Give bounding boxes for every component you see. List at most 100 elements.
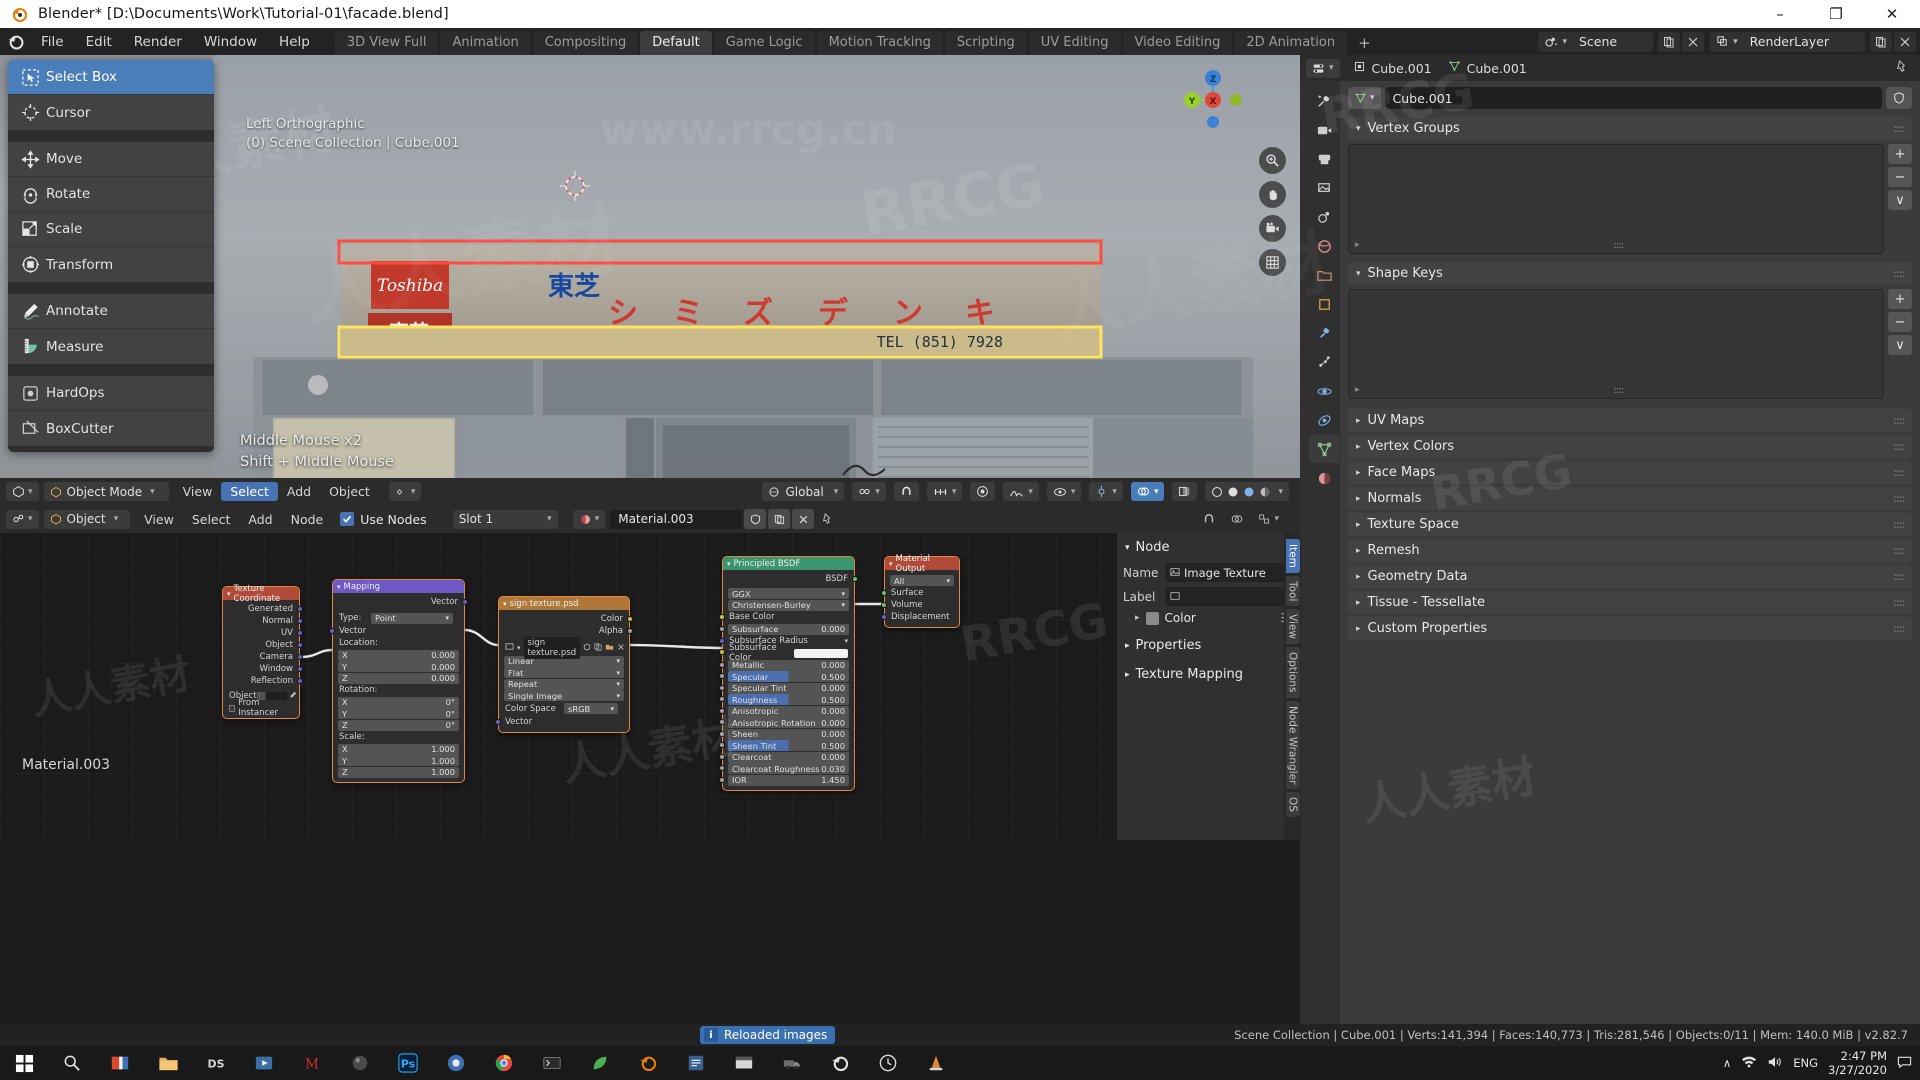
panel-texture-space[interactable]: ▸ Texture Space ::::: [1348, 513, 1912, 536]
node-label-row[interactable]: Label: [1123, 587, 1294, 606]
node-header[interactable]: ▾ Material Output: [885, 554, 959, 574]
input-socket[interactable]: [719, 661, 725, 668]
workspace-tab-animation[interactable]: Animation: [440, 31, 531, 55]
start-icon[interactable]: [0, 1046, 48, 1080]
location-y-field[interactable]: Y 0.000: [338, 661, 459, 672]
shader-editor[interactable]: ▾ Object ▾ View Select Add Node Use Node…: [0, 505, 1300, 840]
mesh-browse-button[interactable]: ▾: [1348, 87, 1381, 109]
node-output-generated[interactable]: Generated: [223, 603, 303, 615]
input-specular-tint[interactable]: Specular Tint 0.000: [719, 682, 854, 694]
panel-uv-maps[interactable]: ▸ UV Maps ::::: [1348, 409, 1912, 432]
clearcoat-field[interactable]: Clearcoat 0.000: [728, 751, 849, 763]
input-anisotropic[interactable]: Anisotropic 0.000: [719, 705, 854, 717]
panel-remesh[interactable]: ▸ Remesh ::::: [1348, 539, 1912, 562]
distribution-dropdown[interactable]: GGX ▾: [728, 588, 849, 599]
node-output-camera[interactable]: Camera: [223, 651, 303, 663]
expand-triangle-icon[interactable]: ▸: [1355, 240, 1360, 250]
workspace-tab-2d-animation[interactable]: 2D Animation: [1234, 31, 1348, 55]
workspace-tab-scripting[interactable]: Scripting: [944, 31, 1027, 55]
input-displacement[interactable]: Displacement: [881, 611, 959, 623]
output-socket[interactable]: [297, 606, 303, 612]
anisotropic-field[interactable]: Anisotropic 0.000: [728, 705, 849, 717]
menu-render[interactable]: Render: [123, 31, 193, 53]
x-icon[interactable]: [792, 509, 815, 529]
hand-icon[interactable]: [1259, 181, 1286, 208]
output-socket[interactable]: [297, 642, 303, 648]
panel-tissue-tessellate[interactable]: ▸ Tissue - Tessellate ::::: [1348, 591, 1912, 614]
node-texture-coordinate[interactable]: ▾ Texture Coordinate Generated Normal UV…: [222, 584, 303, 719]
menu-edit[interactable]: Edit: [75, 31, 123, 53]
properties-pin-icon[interactable]: [1895, 59, 1914, 77]
input-metallic[interactable]: Metallic 0.000: [719, 659, 854, 671]
workspace-tab-game-logic[interactable]: Game Logic: [713, 31, 815, 55]
scale-x-field[interactable]: X 1.000: [338, 743, 459, 755]
input-socket[interactable]: [719, 742, 725, 748]
input-ior[interactable]: IOR 1.450: [719, 774, 854, 786]
node-output-object[interactable]: Object: [223, 639, 303, 651]
node-color-row[interactable]: ▸ Color ☰▾: [1123, 611, 1295, 625]
tool-scale[interactable]: Scale: [8, 212, 214, 247]
sidebar-tab-item[interactable]: Item: [1285, 539, 1300, 573]
node-input-vector[interactable]: Vector: [495, 716, 629, 728]
extension-dropdown[interactable]: Repeat ▾: [504, 678, 624, 690]
location-x-field[interactable]: X 0.000: [338, 649, 459, 661]
truck-icon[interactable]: [768, 1046, 816, 1080]
panel-geometry-data[interactable]: ▸ Geometry Data ::::: [1348, 565, 1912, 588]
tool-boxcutter[interactable]: BoxCutter: [8, 411, 214, 446]
proportional-edit-icon[interactable]: [970, 482, 996, 501]
input-clearcoat-roughness[interactable]: Clearcoat Roughness 0.030: [719, 763, 854, 774]
workspace-tab-compositing[interactable]: Compositing: [532, 31, 639, 55]
properties-tab-constraints[interactable]: [1309, 406, 1339, 434]
node-properties-panel[interactable]: ▸ Properties: [1123, 635, 1294, 656]
speaker-icon[interactable]: [1767, 1055, 1783, 1072]
properties-tab-render[interactable]: [1309, 116, 1339, 144]
rotation-y-field[interactable]: Y 0°: [338, 708, 459, 719]
input-socket[interactable]: [719, 673, 725, 679]
remove-vertex-group-button[interactable]: −: [1888, 167, 1912, 187]
node-texture-mapping-panel[interactable]: ▸ Texture Mapping: [1123, 664, 1294, 685]
ior-field[interactable]: IOR 1.450: [728, 774, 849, 786]
sidebar-tab-node-wrangler[interactable]: Node Wrangler: [1285, 700, 1300, 790]
clip-icon[interactable]: [720, 1046, 768, 1080]
input-subsurface-color[interactable]: Subsurface Color: [719, 643, 854, 663]
input-socket[interactable]: [719, 625, 725, 632]
input-socket[interactable]: [495, 718, 501, 725]
output-socket[interactable]: [297, 654, 303, 660]
zoom-icon[interactable]: [1259, 147, 1286, 174]
new-view-layer-button[interactable]: [1870, 31, 1892, 52]
menu-file[interactable]: File: [30, 31, 75, 53]
chevron-up-icon[interactable]: ∧: [1723, 1056, 1731, 1070]
node-header[interactable]: ▾ Texture Coordinate: [223, 584, 299, 604]
viewport-menu-add[interactable]: Add: [278, 482, 320, 501]
wifi-icon[interactable]: [1741, 1055, 1757, 1072]
explorer-files-icon[interactable]: [96, 1046, 144, 1080]
properties-tab-physics[interactable]: [1309, 377, 1339, 405]
panel-vertex-groups[interactable]: ▾ Vertex Groups ::::: [1348, 117, 1912, 140]
tool-measure[interactable]: Measure: [8, 329, 214, 364]
subsurface-method-dropdown[interactable]: Christensen-Burley ▾: [728, 599, 849, 611]
node-image-texture[interactable]: ▾ sign texture.psd Color Alpha ▾ sign te…: [495, 596, 633, 733]
node-canvas[interactable]: [0, 533, 1300, 840]
node-output-bsdf[interactable]: BSDF: [723, 573, 858, 585]
projection-dropdown[interactable]: Flat ▾: [504, 667, 624, 678]
specular-tint-field[interactable]: Specular Tint 0.000: [728, 682, 849, 694]
tool-move[interactable]: Move: [8, 142, 214, 177]
output-socket[interactable]: [627, 628, 633, 634]
viewport-menu-view[interactable]: View: [174, 482, 222, 501]
node-output-window[interactable]: Window: [223, 663, 303, 675]
leaf-icon[interactable]: [576, 1046, 624, 1080]
workspace-tab-video-editing[interactable]: Video Editing: [1122, 31, 1233, 55]
type-dropdown[interactable]: Point ▾: [371, 612, 453, 624]
workspace-tab-3d-view-full[interactable]: 3D View Full: [334, 31, 439, 55]
properties-tab-scene[interactable]: [1309, 203, 1339, 231]
node-type-row[interactable]: Type: Point ▾: [333, 611, 464, 625]
properties-tab-particles[interactable]: [1309, 348, 1339, 376]
output-socket[interactable]: [297, 618, 303, 624]
blender-icon[interactable]: [624, 1046, 672, 1080]
properties-tab-modifiers[interactable]: [1309, 319, 1339, 347]
image-datablock-row[interactable]: ▾ sign texture.psd: [499, 637, 629, 659]
menu-window[interactable]: Window: [193, 31, 268, 53]
node-from-instancer-checkbox[interactable]: From Instancer: [223, 698, 299, 718]
input-socket[interactable]: [881, 613, 887, 620]
image-browse-icon[interactable]: [505, 642, 514, 654]
